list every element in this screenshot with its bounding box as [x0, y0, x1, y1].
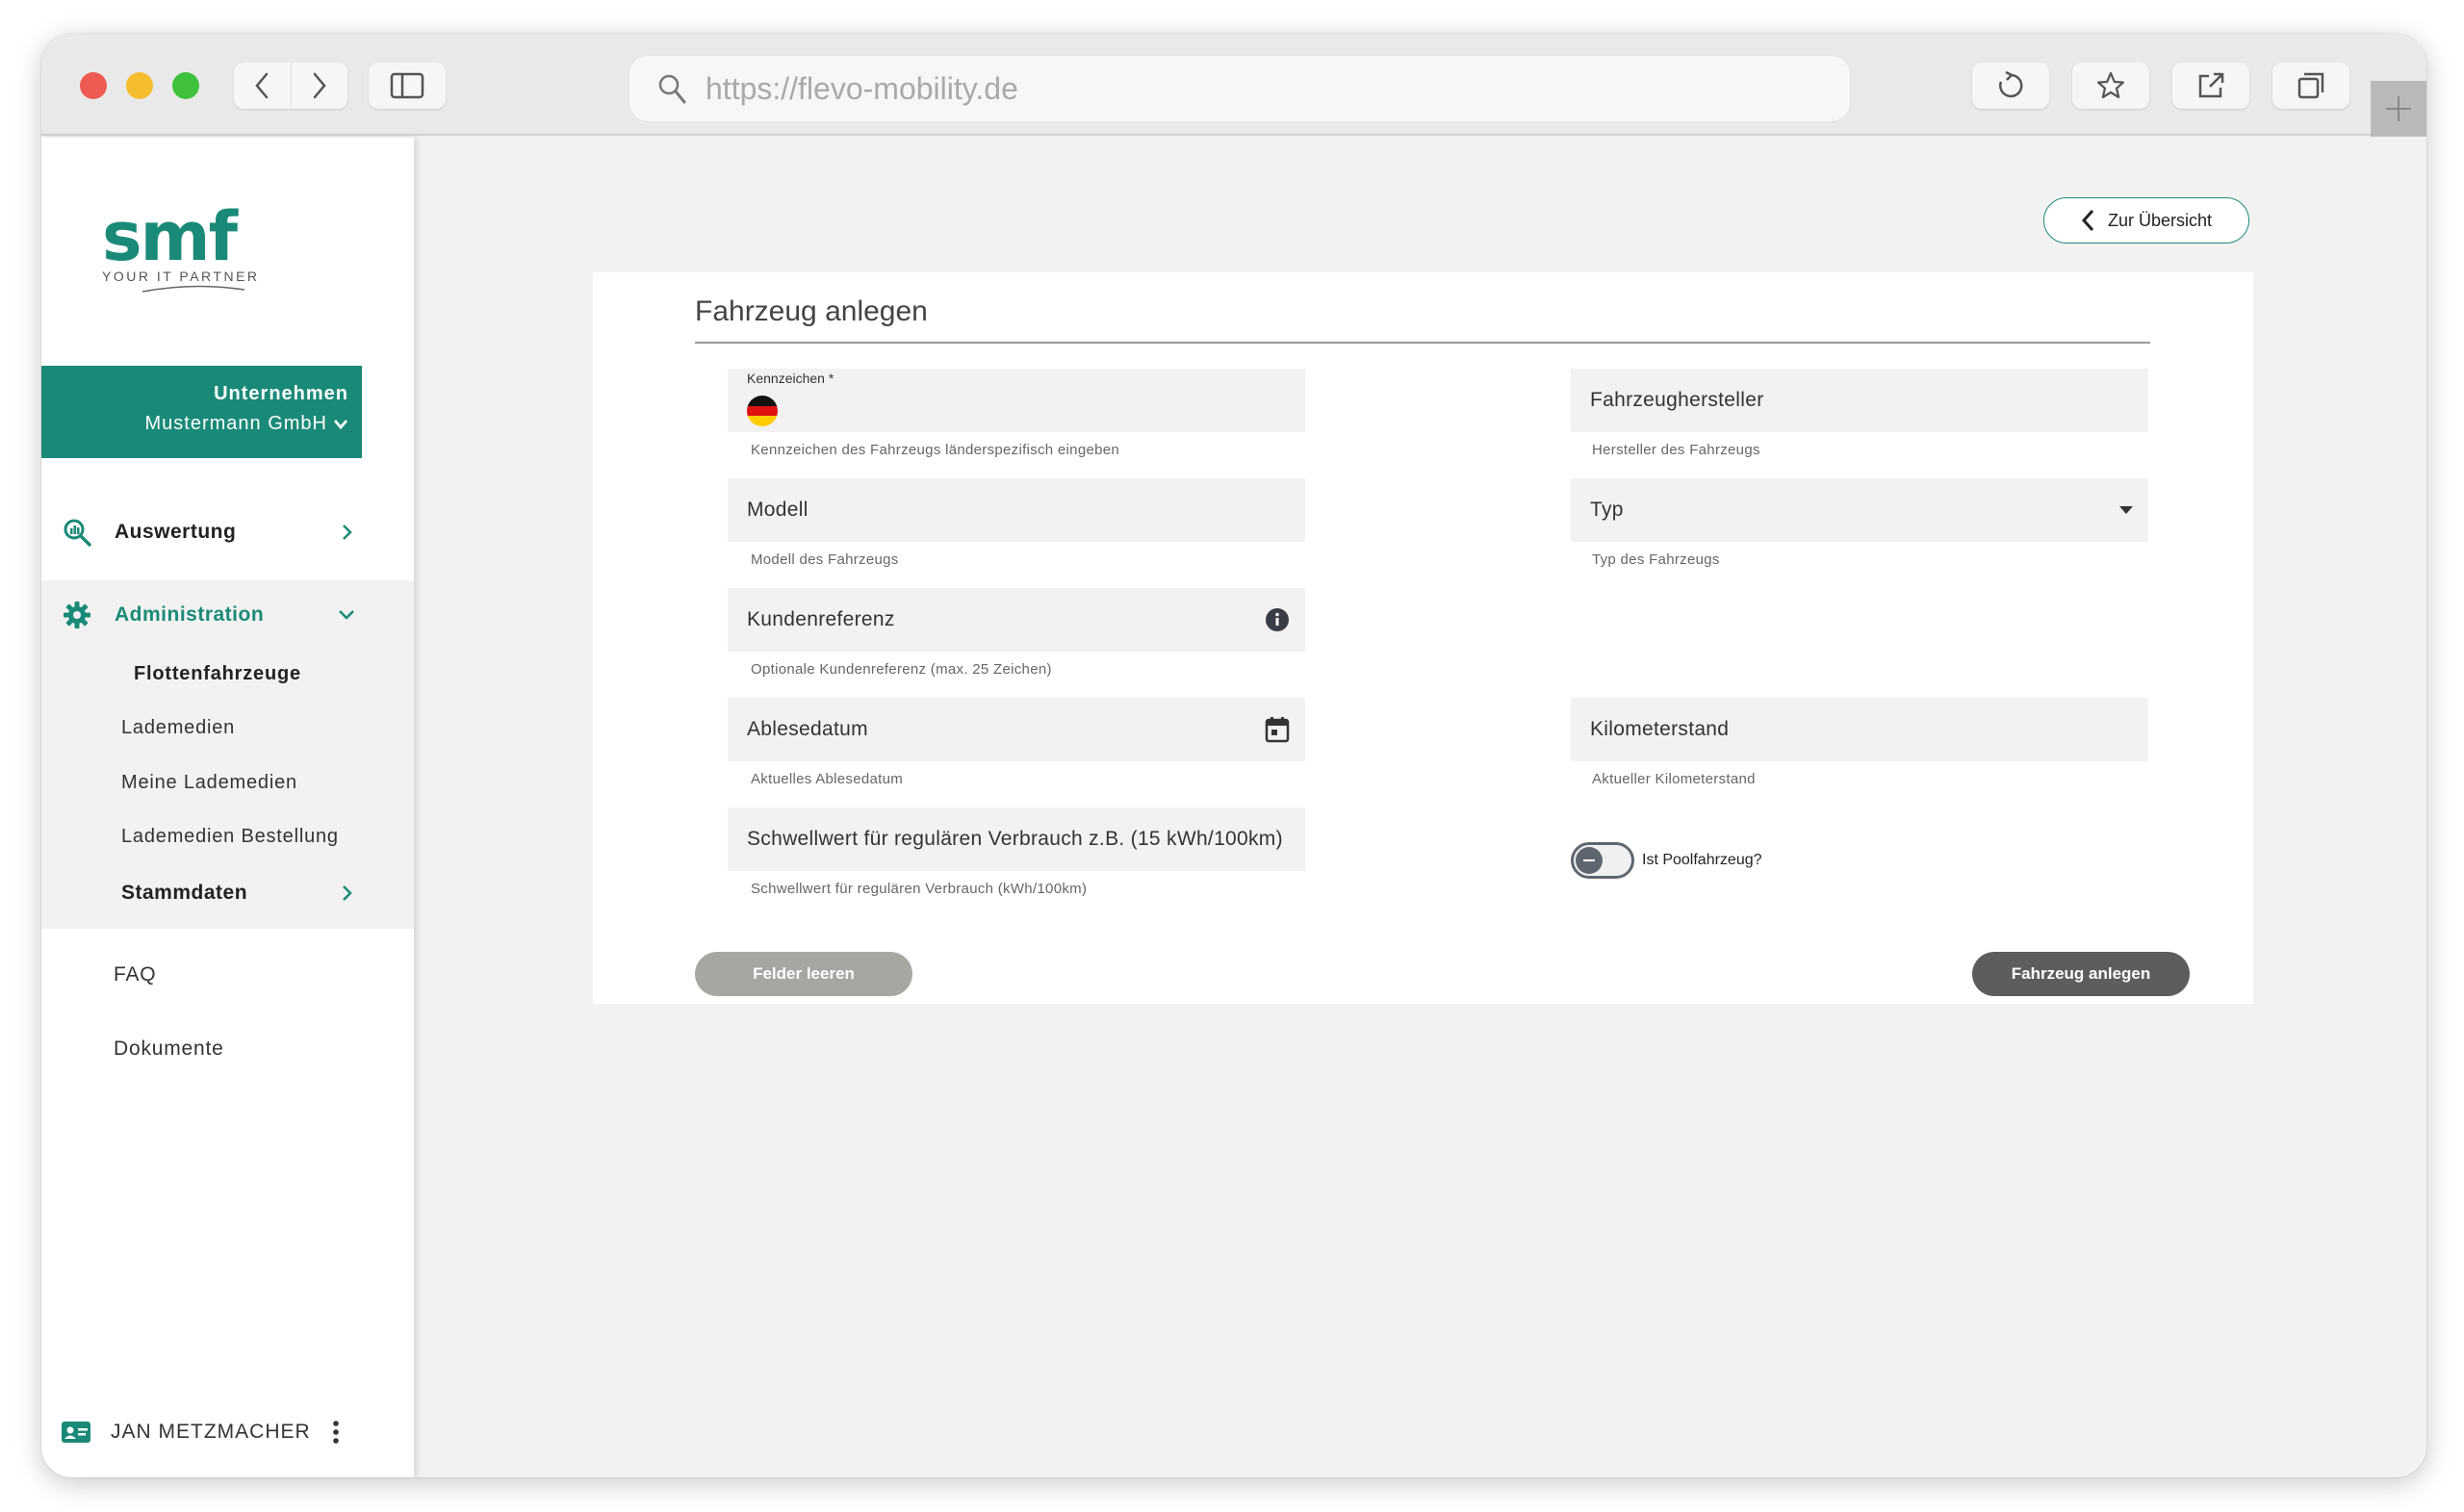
chevron-right-icon — [343, 525, 352, 540]
back-button[interactable] — [234, 63, 291, 109]
kilometerstand-placeholder: Kilometerstand — [1590, 718, 1730, 740]
logo-swoosh-icon — [141, 285, 245, 293]
sidebar-item-stammdaten[interactable]: Stammdaten — [41, 874, 414, 912]
hersteller-placeholder: Fahrzeughersteller — [1590, 389, 1764, 411]
more-vertical-icon[interactable] — [332, 1420, 340, 1445]
maximize-window-button[interactable] — [172, 72, 199, 99]
url-text: https://flevo-mobility.de — [706, 70, 1018, 106]
kundenreferenz-placeholder: Kundenreferenz — [747, 608, 895, 630]
typ-placeholder: Typ — [1590, 499, 1624, 521]
sidebar-subitem-flottenfahrzeuge[interactable]: Flottenfahrzeuge — [134, 663, 301, 685]
ablesedatum-hint: Aktuelles Ablesedatum — [751, 771, 904, 787]
close-window-button[interactable] — [80, 72, 107, 99]
vehicle-form-card: Fahrzeug anlegen Kennzeichen * Kennzeich… — [593, 272, 2253, 1004]
reload-button[interactable] — [1972, 63, 2049, 109]
kilometerstand-input[interactable]: Kilometerstand — [1571, 698, 2148, 761]
hersteller-input[interactable]: Fahrzeughersteller — [1571, 369, 2148, 432]
company-name: Mustermann GmbH — [144, 413, 327, 434]
kundenreferenz-input[interactable]: Kundenreferenz — [728, 588, 1305, 652]
schwellwert-hint: Schwellwert für regulären Verbrauch (kWh… — [751, 881, 1088, 897]
browser-window: https://flevo-mobility.de smf YOUR IT PA… — [41, 34, 2426, 1477]
minimize-window-button[interactable] — [126, 72, 153, 99]
sidebar-item-label: Stammdaten — [121, 882, 248, 904]
company-selector[interactable]: Unternehmen Mustermann GmbH — [41, 366, 362, 458]
german-flag-icon[interactable] — [747, 396, 778, 426]
modell-input[interactable]: Modell — [728, 478, 1305, 542]
sidebar-toggle-button[interactable] — [369, 63, 446, 109]
sidebar-item-faq[interactable]: FAQ — [114, 963, 156, 987]
poolfahrzeug-label: Ist Poolfahrzeug? — [1642, 852, 1762, 868]
sidebar-icon — [390, 72, 424, 99]
sidebar: smf YOUR IT PARTNER Unternehmen Musterma… — [41, 138, 414, 1477]
modell-placeholder: Modell — [747, 499, 808, 521]
share-button[interactable] — [2172, 63, 2249, 109]
browser-toolbar: https://flevo-mobility.de — [41, 34, 2426, 136]
reload-icon — [1999, 70, 2023, 98]
user-menu[interactable]: JAN METZMACHER — [61, 1420, 340, 1445]
chevron-down-icon — [339, 610, 354, 620]
kilometerstand-hint: Aktueller Kilometerstand — [1592, 771, 1756, 787]
gear-icon — [64, 602, 90, 628]
address-bar[interactable]: https://flevo-mobility.de — [629, 55, 1851, 122]
chevron-left-icon — [255, 72, 269, 99]
create-vehicle-button[interactable]: Fahrzeug anlegen — [1972, 952, 2190, 996]
share-icon — [2198, 72, 2224, 98]
typ-hint: Typ des Fahrzeugs — [1592, 551, 1720, 568]
title-divider — [695, 342, 2150, 344]
user-name: JAN METZMACHER — [111, 1421, 311, 1443]
ablesedatum-input[interactable]: Ablesedatum — [728, 698, 1305, 761]
tabs-icon — [2297, 72, 2324, 99]
administration-section: Administration Flottenfahrzeuge Lademedi… — [41, 580, 414, 929]
bookmark-button[interactable] — [2072, 63, 2149, 109]
kennzeichen-label: Kennzeichen * — [747, 371, 834, 386]
analytics-search-icon — [64, 519, 91, 547]
clear-fields-button[interactable]: Felder leeren — [695, 952, 912, 996]
schwellwert-placeholder: Schwellwert für regulären Verbrauch z.B.… — [747, 828, 1283, 850]
chevron-left-icon — [2081, 209, 2094, 232]
typ-select[interactable]: Typ — [1571, 478, 2148, 542]
back-label: Zur Übersicht — [2107, 210, 2213, 230]
sidebar-subitem-lademedien[interactable]: Lademedien — [121, 717, 235, 739]
caret-down-icon — [2119, 506, 2133, 514]
poolfahrzeug-toggle[interactable] — [1571, 842, 1634, 879]
sidebar-item-administration[interactable]: Administration — [41, 596, 414, 634]
kundenreferenz-hint: Optionale Kundenreferenz (max. 25 Zeiche… — [751, 661, 1052, 678]
tabs-button[interactable] — [2272, 63, 2349, 109]
ablesedatum-placeholder: Ablesedatum — [747, 718, 868, 740]
hersteller-hint: Hersteller des Fahrzeugs — [1592, 442, 1760, 458]
company-label: Unternehmen — [214, 383, 348, 404]
back-to-overview-button[interactable]: Zur Übersicht — [2043, 197, 2249, 243]
sidebar-item-label: Administration — [115, 603, 265, 626]
calendar-icon[interactable] — [1265, 716, 1290, 743]
chevron-right-icon — [313, 72, 326, 99]
logo-tagline: YOUR IT PARTNER — [102, 269, 260, 284]
logo-wordmark: smf — [102, 197, 238, 276]
company-logo[interactable]: smf YOUR IT PARTNER — [102, 197, 260, 294]
plus-icon — [2386, 96, 2411, 121]
forward-button[interactable] — [291, 63, 347, 109]
toggle-knob — [1576, 847, 1603, 874]
schwellwert-input[interactable]: Schwellwert für regulären Verbrauch z.B.… — [728, 807, 1305, 871]
sidebar-item-dokumente[interactable]: Dokumente — [114, 1038, 224, 1061]
poolfahrzeug-toggle-group: Ist Poolfahrzeug? — [1571, 842, 1762, 879]
info-icon[interactable] — [1265, 607, 1290, 632]
kennzeichen-hint: Kennzeichen des Fahrzeugs länderspezifis… — [751, 442, 1120, 458]
sidebar-item-label: Auswertung — [115, 521, 237, 543]
history-nav — [234, 63, 347, 109]
star-icon — [2096, 71, 2125, 99]
search-icon — [658, 74, 686, 104]
sidebar-item-auswertung[interactable]: Auswertung — [41, 513, 414, 551]
new-tab-button[interactable] — [2371, 81, 2426, 137]
sidebar-subitem-lademedien-bestellung[interactable]: Lademedien Bestellung — [121, 826, 339, 848]
id-card-icon — [62, 1422, 90, 1443]
sidebar-subitem-meine-lademedien[interactable]: Meine Lademedien — [121, 772, 297, 794]
chevron-down-icon — [333, 419, 348, 429]
modell-hint: Modell des Fahrzeugs — [751, 551, 899, 568]
chevron-right-icon — [343, 885, 352, 901]
page-title: Fahrzeug anlegen — [695, 295, 928, 327]
